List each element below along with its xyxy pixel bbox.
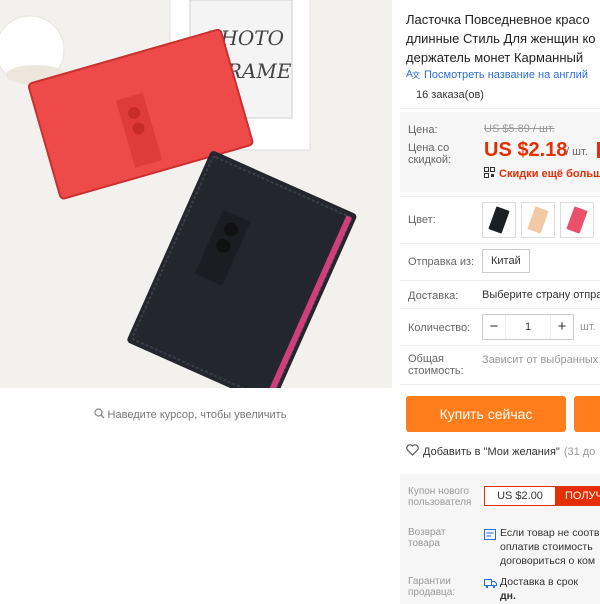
quantity-input[interactable]: 1 <box>505 315 551 339</box>
qr-code-icon <box>484 167 495 181</box>
product-title: Ласточка Повседневное красо длинные Стил… <box>406 12 596 65</box>
ship-from-china[interactable]: Китай <box>482 249 530 273</box>
zoom-hint-text: Наведите курсор, чтобы увеличить <box>107 408 287 421</box>
ship-from-label: Отправка из: <box>408 256 475 268</box>
translate-title-link[interactable]: A文 Посмотреть название на англий <box>406 67 588 82</box>
orders-count: 16 заказа(ов) <box>416 89 484 101</box>
divider <box>400 308 600 309</box>
more-discounts-link[interactable]: Скидки ещё больше <box>484 167 600 181</box>
product-main-image[interactable]: PHOTO FRAME <box>0 0 392 388</box>
divider <box>400 108 600 109</box>
return-policy-icon <box>484 527 496 545</box>
delivery-country-select[interactable]: Выберите страну отпра <box>482 289 600 301</box>
discount-price-label: Цена со скидкой: <box>408 142 452 166</box>
color-swatch-black[interactable] <box>482 202 516 238</box>
quantity-label: Количество: <box>408 322 471 334</box>
buy-now-button[interactable]: Купить сейчас <box>406 396 566 432</box>
magnifier-icon <box>93 408 105 422</box>
divider <box>400 196 600 197</box>
delivery-truck-icon <box>484 576 497 594</box>
old-price: US $5.89 / шт. <box>484 123 555 135</box>
discount-price: US $2.18 <box>484 139 568 161</box>
zoom-hint: Наведите курсор, чтобы увеличить <box>0 408 380 422</box>
color-swatch-pink[interactable] <box>560 202 594 238</box>
quantity-stepper: − 1 + <box>482 314 574 340</box>
total-value: Зависит от выбранных <box>482 354 599 366</box>
product-info-panel: Ласточка Повседневное красо длинные Стил… <box>400 0 600 604</box>
svg-text:文: 文 <box>412 70 420 79</box>
add-to-wishlist-link[interactable]: Добавить в "Мои желания" (31 до <box>406 444 595 459</box>
divider <box>400 384 600 385</box>
seller-guarantee-label: Гарантии продавца: <box>408 576 456 598</box>
get-coupon-button[interactable]: ПОЛУЧ <box>555 487 600 505</box>
wishlist-count: (31 до <box>563 445 596 458</box>
divider <box>400 280 600 281</box>
price-unit: / шт. <box>566 146 588 158</box>
translate-icon: A文 <box>406 67 420 82</box>
color-swatch-beige[interactable] <box>521 202 555 238</box>
color-label: Цвет: <box>408 214 436 226</box>
total-label: Общая стоимость: <box>408 353 464 377</box>
heart-icon <box>406 444 419 459</box>
quantity-unit: шт. <box>580 321 596 333</box>
quantity-minus-button[interactable]: − <box>483 315 505 339</box>
coupon-label: Купон нового пользователя <box>408 486 472 508</box>
return-label: Возврат товара <box>408 527 446 549</box>
product-gallery: PHOTO FRAME Наведите курсор, чтобы увели… <box>0 0 392 604</box>
coupon-value: US $2.00 <box>485 487 555 505</box>
new-user-coupon: US $2.00 ПОЛУЧ <box>484 486 600 506</box>
add-to-cart-button[interactable] <box>574 396 600 432</box>
quantity-plus-button[interactable]: + <box>551 315 573 339</box>
wallet-photo: PHOTO FRAME <box>0 0 392 388</box>
divider <box>400 345 600 346</box>
price-label: Цена: <box>408 124 438 136</box>
return-policy-text: Если товар не соотв оплатив стоимость до… <box>500 527 600 567</box>
delivery-label: Доставка: <box>408 290 459 302</box>
seller-guarantee-text: Доставка в срок дн. <box>500 576 579 602</box>
divider <box>400 243 600 244</box>
